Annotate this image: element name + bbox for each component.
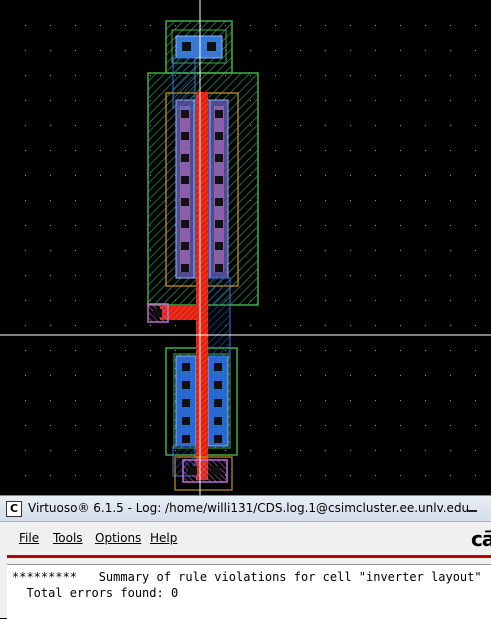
contact-cut (181, 154, 189, 162)
menu-options[interactable]: Options (95, 531, 141, 545)
contact-cut (214, 399, 222, 407)
menu-tools[interactable]: Tools (53, 531, 83, 545)
minimize-icon[interactable] (458, 499, 486, 517)
contact-cut (214, 381, 222, 389)
log-line: Total errors found: 0 (12, 586, 179, 600)
contact-cut (181, 110, 189, 118)
contact-cut (182, 381, 190, 389)
contact-cut (215, 264, 223, 272)
contact-cut (182, 417, 190, 425)
input-contact[interactable] (147, 303, 169, 323)
log-window: C Virtuoso® 6.1.5 - Log: /home/willi131/… (0, 495, 491, 619)
contact-cut (181, 242, 189, 250)
contact-cut (215, 132, 223, 140)
cadence-logo: cā (471, 527, 491, 551)
contact-cut (181, 132, 189, 140)
contact-cut (182, 399, 190, 407)
contact-cut (181, 198, 189, 206)
contact-cut (214, 363, 222, 371)
contact-cut (215, 176, 223, 184)
contact-cut (181, 176, 189, 184)
contact-cut (182, 435, 190, 443)
metal1-vdd-strap[interactable] (172, 57, 196, 109)
menu-bar: File Tools Options Help (7, 526, 491, 552)
contact-cut (215, 154, 223, 162)
contact-cut (215, 110, 223, 118)
accent-divider (7, 555, 491, 558)
contact-cut (181, 264, 189, 272)
title-bar[interactable]: C Virtuoso® 6.1.5 - Log: /home/willi131/… (0, 496, 491, 522)
layout-canvas[interactable] (0, 0, 491, 495)
contact-cut (215, 242, 223, 250)
menu-help[interactable]: Help (150, 531, 177, 545)
log-output[interactable]: ********* Summary of rule violations for… (7, 564, 491, 619)
app-icon: C (6, 501, 22, 517)
metal1-drain-strap[interactable] (205, 277, 231, 357)
log-line: ********* Summary of rule violations for… (12, 570, 491, 584)
contact-cut (181, 220, 189, 228)
contact-cut (215, 198, 223, 206)
contact-cut (214, 435, 222, 443)
contact-cut (214, 417, 222, 425)
menu-file[interactable]: File (19, 531, 39, 545)
contact-cut (182, 363, 190, 371)
contact-cut (215, 220, 223, 228)
window-title: Virtuoso® 6.1.5 - Log: /home/willi131/CD… (28, 501, 470, 515)
